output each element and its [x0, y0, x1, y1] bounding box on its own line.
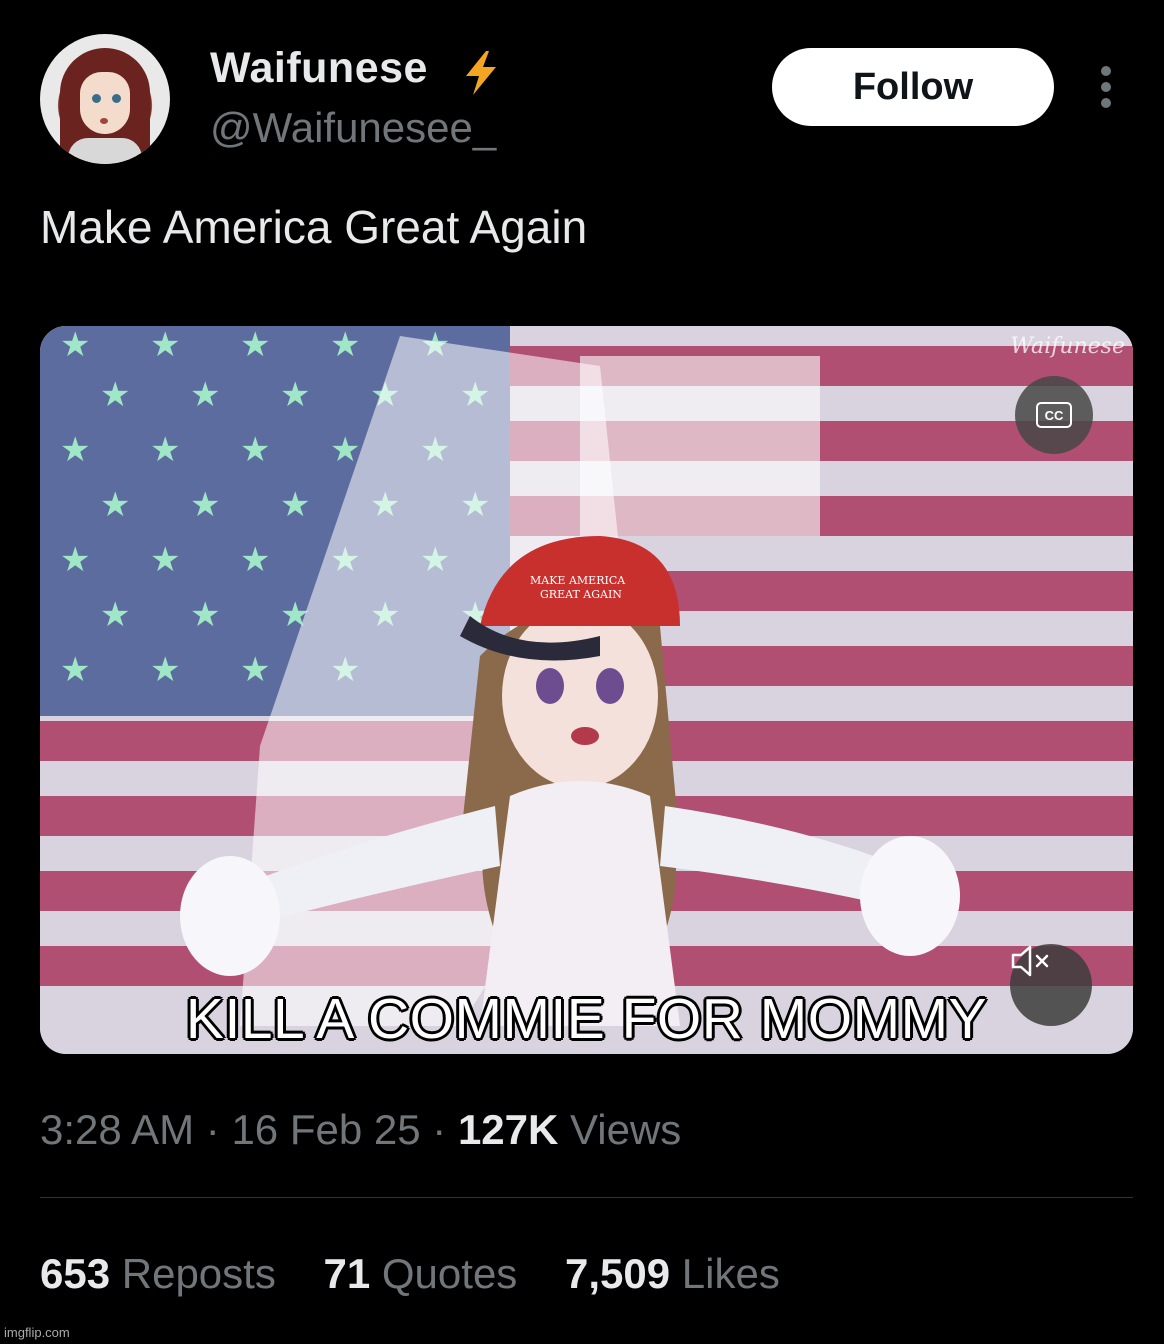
avatar-shirt	[68, 138, 142, 164]
tweet-date[interactable]: 16 Feb 25	[231, 1106, 420, 1153]
avatar-eye-left	[92, 94, 101, 103]
svg-text:★: ★	[60, 326, 90, 364]
display-name[interactable]: Waifunese	[210, 44, 428, 93]
tweet-time[interactable]: 3:28 AM	[40, 1106, 194, 1153]
svg-text:★: ★	[60, 541, 90, 579]
meta-separator: ·	[205, 1106, 220, 1153]
hat-text-line1: MAKE AMERICA	[530, 574, 626, 587]
meta-separator: ·	[432, 1106, 447, 1153]
video-watermark: Waifunese	[1010, 334, 1125, 359]
lightning-bolt-icon	[466, 51, 496, 95]
avatar-face	[80, 72, 130, 134]
svg-text:★: ★	[280, 376, 310, 414]
cc-icon: CC	[1036, 402, 1072, 428]
views-count: 127K	[457, 1106, 559, 1153]
svg-text:★: ★	[240, 651, 270, 689]
avatar-mouth	[100, 118, 108, 124]
svg-text:★: ★	[150, 651, 180, 689]
hat-text-line2: GREAT AGAIN	[540, 588, 622, 601]
svg-text:★: ★	[280, 486, 310, 524]
quotes-count: 71	[323, 1250, 371, 1297]
svg-text:★: ★	[150, 541, 180, 579]
captions-button[interactable]: CC	[1015, 376, 1093, 454]
tweet-text: Make America Great Again	[40, 201, 588, 253]
user-handle[interactable]: @Waifunesee_	[210, 104, 496, 152]
svg-text:★: ★	[190, 596, 220, 634]
divider	[40, 1197, 1133, 1198]
reposts-label: Reposts	[121, 1250, 276, 1297]
likes-label: Likes	[681, 1250, 780, 1297]
likes-stat[interactable]: 7,509 Likes	[565, 1250, 780, 1297]
likes-count: 7,509	[564, 1250, 671, 1297]
site-watermark: imgflip.com	[4, 1325, 70, 1340]
more-vertical-icon[interactable]	[1098, 66, 1114, 108]
svg-text:★: ★	[150, 431, 180, 469]
engagement-stats: 653 Reposts 71 Quotes 7,509 Likes	[40, 1250, 816, 1298]
video-caption: KILL A COMMIE FOR MOMMY	[185, 987, 988, 1051]
video-media[interactable]: ★★★★★ ★★★★★ ★★★★★ ★★★★★ ★★★★★ ★★★★★ ★★★★	[40, 326, 1133, 1054]
svg-text:★: ★	[240, 541, 270, 579]
avatar[interactable]	[40, 34, 170, 164]
svg-text:★: ★	[330, 431, 360, 469]
avatar-eye-right	[112, 94, 121, 103]
svg-text:★: ★	[60, 651, 90, 689]
svg-text:★: ★	[330, 326, 360, 364]
reposts-stat[interactable]: 653 Reposts	[40, 1250, 288, 1297]
svg-text:★: ★	[240, 431, 270, 469]
svg-text:★: ★	[100, 376, 130, 414]
svg-text:★: ★	[60, 431, 90, 469]
quotes-label: Quotes	[381, 1250, 518, 1297]
svg-text:★: ★	[100, 486, 130, 524]
reposts-count: 653	[40, 1250, 111, 1297]
svg-text:★: ★	[240, 326, 270, 364]
svg-text:★: ★	[190, 376, 220, 414]
tweet-card: Waifunese @Waifunesee_ Follow Make Ameri…	[0, 0, 1164, 1344]
quotes-stat[interactable]: 71 Quotes	[324, 1250, 529, 1297]
svg-text:★: ★	[190, 486, 220, 524]
svg-text:★: ★	[100, 596, 130, 634]
speaker-muted-icon	[1011, 945, 1049, 977]
tweet-meta: 3:28 AM · 16 Feb 25 · 127K Views	[40, 1106, 681, 1154]
follow-button[interactable]: Follow	[772, 48, 1054, 126]
video-frame: ★★★★★ ★★★★★ ★★★★★ ★★★★★ ★★★★★ ★★★★★ ★★★★	[40, 326, 1133, 1054]
views-label: Views	[570, 1106, 682, 1153]
svg-text:★: ★	[150, 326, 180, 364]
